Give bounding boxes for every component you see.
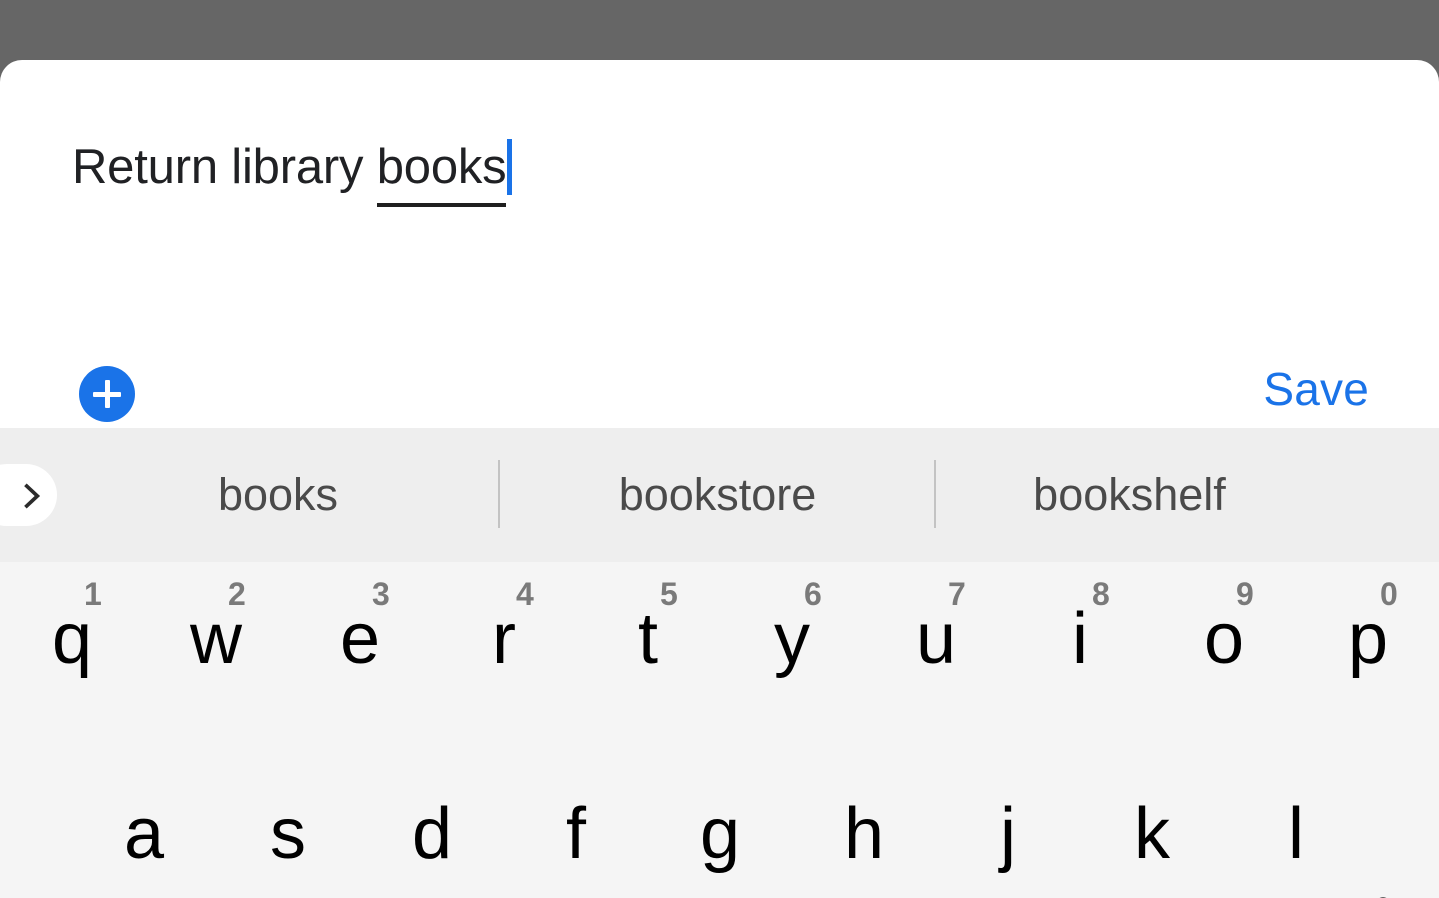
key-label-p: p — [1347, 599, 1389, 679]
suggestion-item-2[interactable]: bookshelf — [937, 428, 1322, 562]
key-s[interactable]: s — [216, 757, 360, 898]
chevron-right-icon — [24, 483, 41, 509]
key-i[interactable]: i8 — [1008, 562, 1152, 757]
key-j[interactable]: j — [936, 757, 1080, 898]
key-label-e: e — [339, 599, 381, 679]
key-p[interactable]: p0 — [1296, 562, 1439, 757]
key-l[interactable]: l — [1224, 757, 1368, 898]
key-label-w: w — [190, 599, 242, 679]
key-number-5: 5 — [660, 576, 678, 612]
keyboard-row-asdf: asdfghjkl — [0, 757, 1439, 898]
key-number-4: 4 — [516, 576, 534, 612]
key-t[interactable]: t5 — [576, 562, 720, 757]
key-w[interactable]: w2 — [144, 562, 288, 757]
key-label-j: j — [1000, 794, 1016, 874]
key-q[interactable]: q1 — [0, 562, 144, 757]
key-number-7: 7 — [948, 576, 966, 612]
dim-scrim-overlay[interactable] — [0, 0, 1439, 62]
key-label-d: d — [411, 794, 453, 874]
key-r[interactable]: r4 — [432, 562, 576, 757]
key-d[interactable]: d — [360, 757, 504, 898]
plus-icon-vertical — [104, 380, 110, 408]
key-label-h: h — [843, 794, 885, 874]
key-label-r: r — [492, 599, 516, 679]
keyboard-row-qwerty: q1w2e3r4t5y6u7i8o9p0 — [0, 562, 1439, 757]
virtual-keyboard: books bookstore bookshelf q1w2e3r4t5y6u7… — [0, 428, 1439, 898]
key-h[interactable]: h — [792, 757, 936, 898]
key-label-k: k — [1134, 794, 1170, 874]
text-caret — [507, 139, 513, 195]
key-label-g: g — [699, 794, 741, 874]
key-k[interactable]: k — [1080, 757, 1224, 898]
key-e[interactable]: e3 — [288, 562, 432, 757]
expand-suggestions-button[interactable] — [0, 464, 57, 526]
key-number-0: 0 — [1380, 576, 1398, 612]
note-text-composing: books — [376, 132, 507, 207]
key-label-a: a — [123, 794, 165, 874]
key-label-i: i — [1072, 599, 1088, 679]
save-button[interactable]: Save — [1263, 362, 1369, 416]
key-f[interactable]: f — [504, 757, 648, 898]
key-number-6: 6 — [804, 576, 822, 612]
key-number-8: 8 — [1092, 576, 1110, 612]
key-y[interactable]: y6 — [720, 562, 864, 757]
key-label-s: s — [270, 794, 306, 874]
key-a[interactable]: a — [72, 757, 216, 898]
add-item-button[interactable] — [79, 366, 135, 422]
suggestion-strip: books bookstore bookshelf — [0, 428, 1439, 562]
key-label-o: o — [1203, 599, 1245, 679]
suggestion-item-0[interactable]: books — [58, 428, 498, 562]
screen-root: Return library books Save books bookstor… — [0, 0, 1439, 898]
key-o[interactable]: o9 — [1152, 562, 1296, 757]
key-label-t: t — [637, 599, 658, 679]
key-g[interactable]: g — [648, 757, 792, 898]
suggestion-divider-1 — [934, 460, 936, 528]
note-text-committed: Return library — [72, 140, 377, 194]
key-number-2: 2 — [228, 576, 246, 612]
key-number-3: 3 — [372, 576, 390, 612]
key-label-u: u — [915, 599, 957, 679]
key-label-q: q — [51, 599, 93, 679]
key-u[interactable]: u7 — [864, 562, 1008, 757]
key-label-y: y — [774, 599, 810, 679]
key-label-f: f — [565, 794, 586, 874]
key-label-l: l — [1288, 794, 1304, 874]
key-number-1: 1 — [84, 576, 102, 612]
note-editor-sheet: Return library books Save — [0, 60, 1439, 428]
key-number-9: 9 — [1236, 576, 1254, 612]
suggestion-item-1[interactable]: bookstore — [500, 428, 935, 562]
note-text-input[interactable]: Return library books — [72, 132, 1362, 207]
